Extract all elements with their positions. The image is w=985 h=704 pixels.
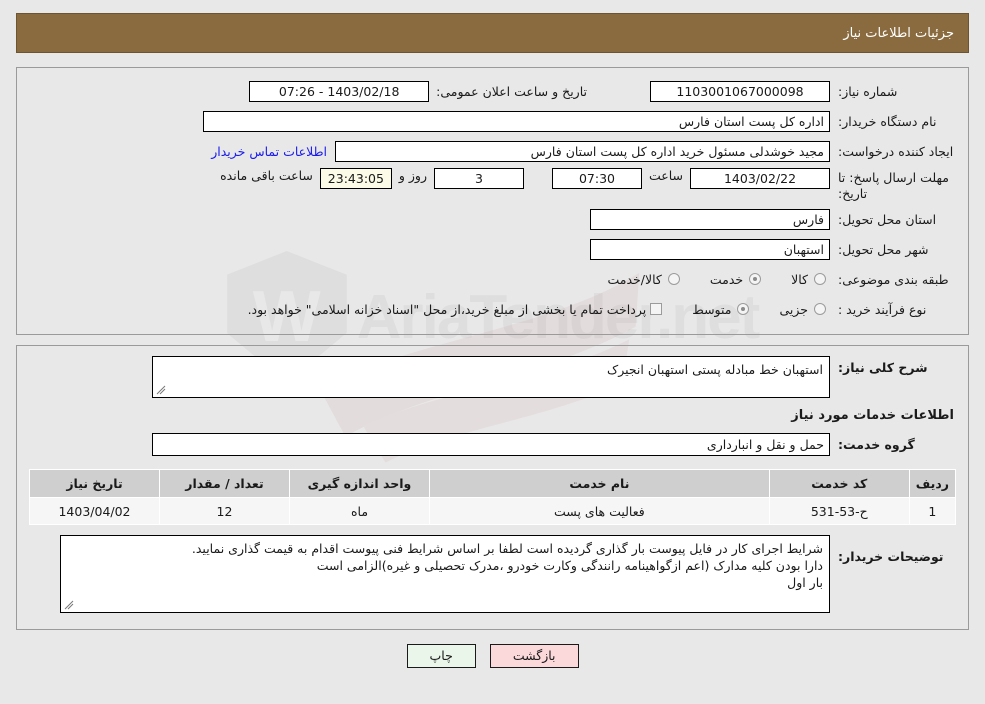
buyer-contact-link[interactable]: اطلاعات تماس خریدار [203,144,335,159]
buyer-notes-line-2: دارا بودن کلیه مدارک (اعم ازگواهینامه را… [316,558,823,573]
province-label: استان محل تحویل: [838,211,937,227]
th-unit[interactable]: واحد اندازه گیری [289,469,430,498]
page-title-bar: جزئیات اطلاعات نیاز [16,13,969,53]
buyer-org-label: نام دستگاه خریدار: [838,113,937,129]
cell-code: ح-53-531 [768,497,910,525]
countdown-timer: 23:43:05 [319,168,392,189]
buyer-notes-line-3: بار اول [787,575,823,590]
resize-grip-icon[interactable] [64,600,74,610]
radio-category-kala-label: کالا [791,271,808,287]
row-subject-category: طبقه بندی موضوعی: کالا خدمت کالا/خدمت [29,266,956,292]
resize-grip-icon[interactable] [156,385,166,395]
deadline-days-field[interactable]: 3 [433,168,524,189]
back-button[interactable]: بازگشت [489,644,579,668]
purchase-type-label: نوع فرآیند خرید : [838,301,927,317]
row-deadline: مهلت ارسال پاسخ: تا تاریخ: 1403/02/22 سا… [29,168,956,202]
th-quantity[interactable]: تعداد / مقدار [159,469,290,498]
row-general-description: شرح کلی نیاز: استهبان خط مبادله پستی است… [29,356,956,398]
cell-unit: ماه [289,497,430,525]
deadline-label: مهلت ارسال پاسخ: تا تاریخ: [838,170,949,201]
table-header-row: ردیف کد خدمت نام خدمت واحد اندازه گیری ت… [29,469,957,498]
service-group-label: گروه خدمت: [838,436,915,452]
service-details-panel: شرح کلی نیاز: استهبان خط مبادله پستی است… [16,345,969,630]
th-name[interactable]: نام خدمت [429,469,770,498]
services-section-title: اطلاعات خدمات مورد نیاز [791,408,954,423]
city-field[interactable]: استهبان [590,238,830,260]
action-button-bar: بازگشت چاپ [16,644,969,668]
cell-radif: 1 [908,497,957,525]
radio-category-kala[interactable] [814,273,826,285]
row-province: استان محل تحویل: فارس [29,206,956,232]
radio-purchase-jozei[interactable] [814,303,826,315]
th-code[interactable]: کد خدمت [768,469,910,498]
requester-label: ایجاد کننده درخواست: [838,143,954,159]
deadline-days-label: روز و [398,168,427,183]
row-buyer-org: نام دستگاه خریدار: اداره کل پست استان فا… [29,108,956,134]
print-button[interactable]: چاپ [406,644,476,668]
buyer-notes-label: توضیحات خریدار: [838,549,944,564]
buyer-notes-textarea[interactable]: شرایط اجرای کار در فایل پیوست بار گذاری … [60,535,830,613]
buyer-org-field[interactable]: اداره کل پست استان فارس [203,110,830,132]
service-group-field[interactable]: حمل و نقل و انبارداری [152,432,830,456]
services-table: ردیف کد خدمت نام خدمت واحد اندازه گیری ت… [29,469,957,525]
requester-field[interactable]: مجید خوشدلی مسئول خرید اداره کل پست استا… [335,140,830,162]
subject-category-label: طبقه بندی موضوعی: [838,271,949,287]
need-number-field[interactable]: 1103001067000098 [650,80,830,102]
cell-name: فعالیت های پست [429,497,770,525]
th-date[interactable]: تاریخ نیاز [29,469,160,498]
page-root: جزئیات اطلاعات نیاز شماره نیاز: 11030010… [0,13,985,668]
general-description-value: استهبان خط مبادله پستی استهبان انجیرک [607,362,823,377]
announce-datetime-field[interactable]: 1403/02/18 - 07:26 [249,80,430,102]
table-row[interactable]: 1 ح-53-531 فعالیت های پست ماه 12 1403/04… [29,497,957,525]
radio-category-kala-khedmat[interactable] [667,273,680,285]
deadline-time-label: ساعت [648,168,683,183]
deadline-time-field[interactable]: 07:30 [551,168,642,189]
th-radif[interactable]: ردیف [908,469,957,498]
need-number-label: شماره نیاز: [838,83,898,99]
row-purchase-type: نوع فرآیند خرید : جزیی متوسط پرداخت تمام… [29,296,956,322]
buyer-notes-line-1: شرایط اجرای کار در فایل پیوست بار گذاری … [191,541,823,556]
province-field[interactable]: فارس [590,208,830,230]
general-description-textarea[interactable]: استهبان خط مبادله پستی استهبان انجیرک [152,356,830,398]
announce-datetime-label: تاریخ و ساعت اعلان عمومی: [436,83,587,99]
page-title: جزئیات اطلاعات نیاز [843,25,954,41]
row-buyer-notes: توضیحات خریدار: شرایط اجرای کار در فایل … [29,535,956,613]
cell-date: 1403/04/02 [29,497,160,525]
row-requester: ایجاد کننده درخواست: مجید خوشدلی مسئول خ… [29,138,956,164]
treasury-docs-checkbox[interactable] [650,303,663,315]
radio-category-khedmat[interactable] [749,273,762,285]
city-label: شهر محل تحویل: [838,241,929,257]
radio-purchase-motavaset[interactable] [737,303,750,315]
radio-purchase-motavaset-label: متوسط [692,301,732,317]
need-info-panel: شماره نیاز: 1103001067000098 تاریخ و ساع… [16,67,969,335]
treasury-docs-label: پرداخت تمام یا بخشی از مبلغ خرید،از محل … [247,301,647,317]
cell-quantity: 12 [159,497,290,525]
row-service-group: گروه خدمت: حمل و نقل و انبارداری [29,431,956,457]
countdown-label: ساعت باقی مانده [220,168,313,183]
deadline-date-field[interactable]: 1403/02/22 [690,168,830,189]
row-need-number: شماره نیاز: 1103001067000098 تاریخ و ساع… [29,78,956,104]
radio-category-kala-khedmat-label: کالا/خدمت [607,271,662,287]
general-description-label: شرح کلی نیاز: [838,360,928,375]
row-city: شهر محل تحویل: استهبان [29,236,956,262]
radio-purchase-jozei-label: جزیی [779,301,808,317]
radio-category-khedmat-label: خدمت [709,271,744,287]
